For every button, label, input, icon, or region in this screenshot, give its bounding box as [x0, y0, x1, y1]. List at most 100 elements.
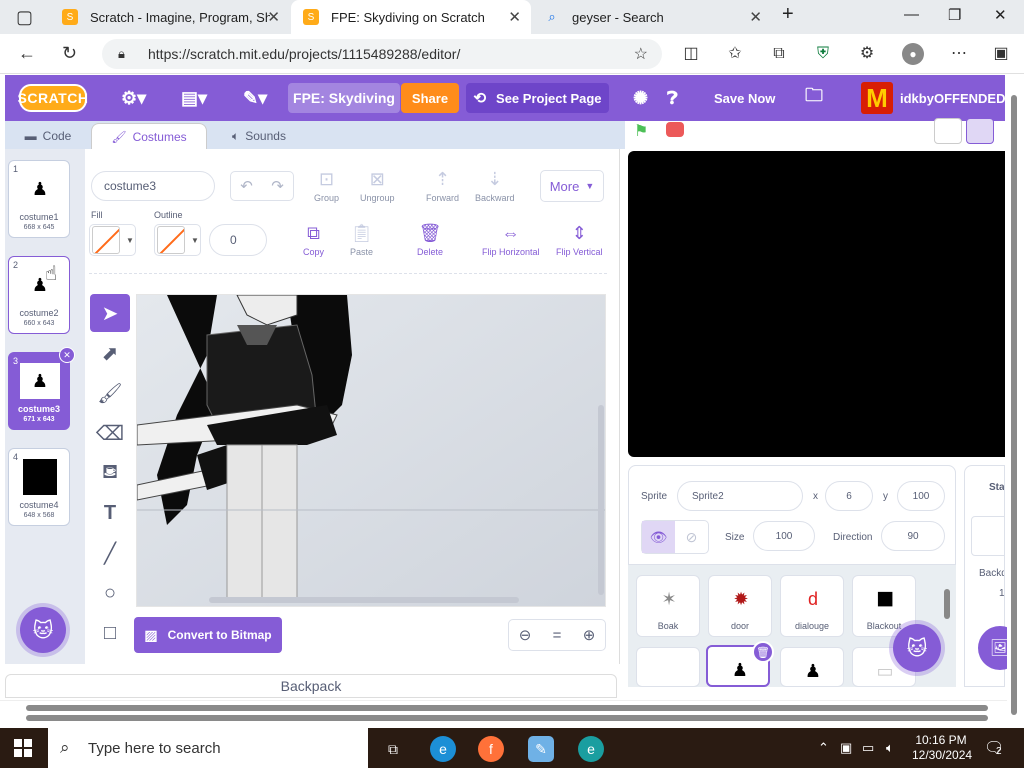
costume-item-selected[interactable]: 3 ♟ costume3 671 x 643 ✕ [8, 347, 75, 430]
flip-vertical-button[interactable]: ⇕ Flip Vertical [556, 223, 603, 257]
scroll-thumb[interactable] [26, 705, 988, 711]
see-project-page-button[interactable]: ⟲ See Project Page [466, 83, 609, 113]
costume-name-input[interactable]: costume3 [91, 171, 215, 201]
tab-sounds[interactable]: 🔈︎ Sounds [209, 123, 309, 149]
sidebar-icon[interactable]: ▣ [990, 43, 1012, 65]
ungroup-button[interactable]: ⊠ Ungroup [360, 169, 395, 203]
normal-stage-button[interactable] [966, 118, 994, 144]
drawing-canvas[interactable] [136, 294, 606, 607]
url-field[interactable]: 🔒︎ https://scratch.mit.edu/projects/1115… [102, 39, 662, 69]
green-flag-icon[interactable]: ⚑ [634, 121, 654, 140]
scroll-thumb[interactable] [1011, 95, 1017, 715]
page-horizontal-scrollbar[interactable] [0, 700, 1007, 726]
stage-canvas[interactable] [628, 151, 1005, 457]
paste-button[interactable]: 📋︎ Paste [350, 223, 373, 257]
costume-item[interactable]: 2 ♟ costume2 660 x 643 ☝︎ [8, 256, 70, 334]
profile-avatar-icon[interactable]: ● [902, 43, 924, 65]
scratch-logo[interactable]: SCRATCH [18, 84, 88, 112]
tab-actions-icon[interactable]: ▢ [16, 7, 33, 28]
canvas-horizontal-scrollbar[interactable] [209, 597, 519, 603]
tutorial-bulb-icon[interactable]: ✺ [633, 75, 648, 121]
camera-icon[interactable]: ▣ [840, 740, 852, 756]
show-eye-icon[interactable]: 👁︎ [642, 521, 675, 553]
more-menu-icon[interactable]: ⋯ [948, 43, 970, 65]
y-input[interactable]: 100 [897, 481, 945, 511]
close-icon[interactable]: ✕ [749, 8, 762, 26]
outline-width-input[interactable]: 0 [209, 224, 267, 256]
taskbar-clock[interactable]: 10:16 PM 12/30/2024 [912, 733, 972, 763]
help-icon[interactable]: ❓︎ [667, 75, 678, 121]
shield-icon[interactable]: ⛨ [812, 43, 834, 65]
collections-icon[interactable]: ⧉ [768, 43, 790, 65]
settings-gear-icon[interactable]: ⚙▾ [121, 75, 146, 121]
zoom-in-icon[interactable]: ⊕ [573, 620, 605, 650]
fill-color-picker[interactable]: ▼ [89, 224, 136, 256]
windows-start-icon[interactable] [14, 739, 32, 757]
zoom-out-icon[interactable]: ⊖ [509, 620, 541, 650]
size-input[interactable]: 100 [753, 521, 815, 551]
forward-button[interactable]: ⇡ Forward [426, 169, 459, 203]
sprite-tile[interactable] [636, 647, 700, 687]
more-button[interactable]: More ▼ [540, 170, 604, 202]
delete-sprite-trash-icon[interactable]: 🗑︎ [752, 641, 774, 663]
user-avatar[interactable]: M [861, 82, 893, 114]
text-tool-icon[interactable]: T [90, 494, 130, 532]
close-icon[interactable]: ✕ [267, 8, 280, 26]
costume-item[interactable]: 1 ♟ costume1 668 x 645 [8, 160, 70, 238]
volume-icon[interactable]: 🔈︎ [886, 740, 894, 756]
copy-button[interactable]: ⧉ Copy [303, 223, 324, 257]
sprite-tile[interactable]: ✶ Boak [636, 575, 700, 637]
edge-browser-icon[interactable]: e [430, 736, 456, 762]
page-vertical-scrollbar[interactable] [1007, 75, 1024, 725]
close-icon[interactable]: ✕ [508, 8, 521, 26]
share-button[interactable]: Share [401, 83, 459, 113]
x-input[interactable]: 6 [825, 481, 873, 511]
costume-item[interactable]: 4 costume4 648 x 568 [8, 448, 70, 526]
sprite-tile[interactable]: ♟ [780, 647, 844, 687]
convert-to-bitmap-button[interactable]: ▨ Convert to Bitmap [134, 617, 282, 653]
edge-beta-icon[interactable]: e [578, 736, 604, 762]
new-tab-icon[interactable]: + [782, 3, 794, 26]
minimize-icon[interactable]: — [904, 6, 919, 23]
show-hidden-icons-icon[interactable]: ⌃ [818, 740, 829, 756]
line-tool-icon[interactable]: ╱ [90, 534, 130, 572]
zoom-reset-icon[interactable]: = [541, 620, 573, 650]
tab-code[interactable]: ▬ Code [5, 123, 91, 149]
scroll-thumb[interactable] [26, 715, 988, 721]
browser-tab-search[interactable]: ⌕ geyser - Search ✕ [532, 0, 772, 34]
refresh-icon[interactable]: ↻ [62, 43, 77, 64]
edit-pencil-icon[interactable]: ✎▾ [243, 75, 267, 121]
project-title-input[interactable]: FPE: Skydiving [288, 83, 400, 113]
hide-eye-icon[interactable]: ⊘ [675, 521, 708, 553]
add-sprite-cat-icon[interactable]: 🐱︎ [893, 624, 941, 672]
add-costume-cat-icon[interactable]: 🐱︎ [20, 607, 66, 653]
canvas-vertical-scrollbar[interactable] [598, 405, 604, 595]
select-arrow-icon[interactable]: ➤ [90, 294, 130, 332]
fill-bucket-icon[interactable]: ⛾ [90, 454, 130, 492]
my-stuff-folder-icon[interactable]: 🗀︎ [805, 75, 823, 121]
brush-tool-icon[interactable]: 🖌︎ [90, 374, 130, 412]
back-arrow-icon[interactable]: ← [18, 43, 36, 64]
outline-color-picker[interactable]: ▼ [154, 224, 201, 256]
backpack-bar[interactable]: Backpack [5, 674, 617, 698]
paint-app-icon[interactable]: ✎ [528, 736, 554, 762]
split-screen-icon[interactable]: ◫ [680, 43, 702, 65]
group-button[interactable]: ⊡ Group [314, 169, 339, 203]
undo-icon[interactable]: ↶ [231, 172, 262, 200]
save-now-button[interactable]: Save Now [714, 75, 775, 121]
sprite-list-scrollbar[interactable] [944, 589, 950, 619]
sprite-tile[interactable]: ✹ door [708, 575, 772, 637]
stop-sign-icon[interactable] [666, 122, 684, 137]
favorite-star-icon[interactable]: ☆ [634, 44, 648, 64]
taskbar-search-input[interactable]: ⌕ Type here to search [48, 728, 368, 768]
browser-tab-project[interactable]: S FPE: Skydiving on Scratch ✕ [291, 0, 531, 34]
small-stage-button[interactable] [934, 118, 962, 144]
extensions-icon[interactable]: ⚙ [856, 43, 878, 65]
sprite-tile-selected[interactable]: ♟ 🗑︎ [706, 641, 774, 687]
firefox-icon[interactable]: f [478, 736, 504, 762]
browser-tab-scratch[interactable]: S Scratch - Imagine, Program, Share ✕ [50, 0, 290, 34]
direction-input[interactable]: 90 [881, 521, 945, 551]
task-view-icon[interactable]: ⧉ [380, 736, 406, 762]
circle-tool-icon[interactable]: ○ [90, 574, 130, 612]
favorites-icon[interactable]: ✩ [724, 43, 746, 65]
